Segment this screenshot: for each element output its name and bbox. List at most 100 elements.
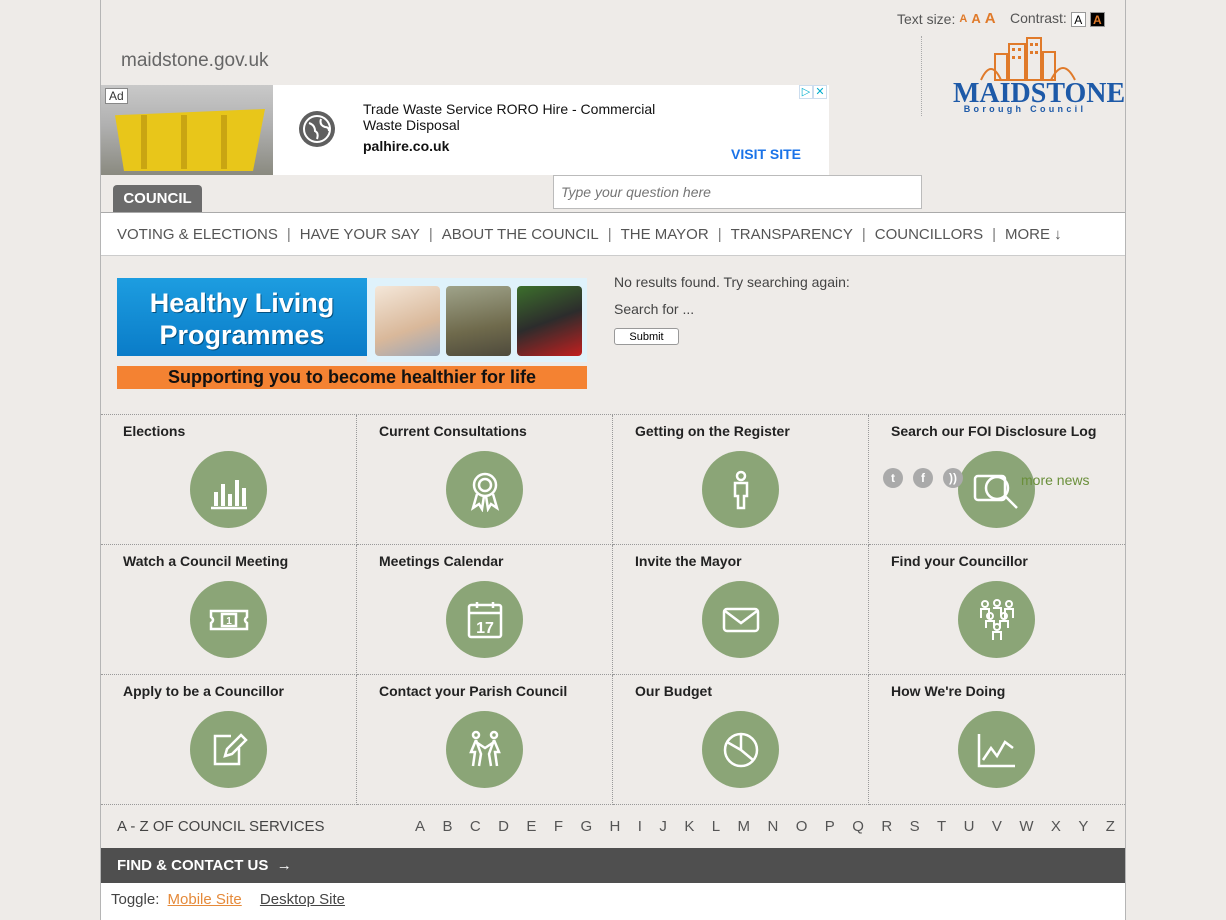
az-letter-d[interactable]: D (498, 818, 509, 835)
nav-separator: | (717, 225, 722, 243)
az-letter-v[interactable]: V (992, 818, 1002, 835)
az-letter-u[interactable]: U (964, 818, 975, 835)
tile-watch-a-council-meeting[interactable]: Watch a Council Meeting 1 (101, 545, 357, 675)
arrow-right-icon: → (272, 857, 292, 874)
main-nav: VOTING & ELECTIONS | HAVE YOUR SAY | ABO… (101, 212, 1125, 256)
adchoices-icon[interactable]: ▷ (799, 85, 813, 99)
ad-image[interactable]: Ad (101, 85, 273, 175)
no-results-message: No results found. Try searching again: (614, 274, 850, 290)
more-news-link[interactable]: more news (1021, 472, 1089, 488)
tile-apply-to-be-a-councillor[interactable]: Apply to be a Councillor (101, 675, 357, 805)
tile-meetings-calendar[interactable]: Meetings Calendar 17 (357, 545, 613, 675)
az-letter-m[interactable]: M (738, 818, 751, 835)
az-letter-t[interactable]: T (937, 818, 946, 835)
az-letter-n[interactable]: N (767, 818, 778, 835)
nav-separator: | (992, 225, 997, 243)
tile-our-budget[interactable]: Our Budget (613, 675, 869, 805)
contrast-high-button[interactable]: A (1089, 12, 1105, 27)
skip-rib (141, 115, 147, 169)
tile-title: Watch a Council Meeting (123, 553, 289, 569)
tile-current-consultations[interactable]: Current Consultations (357, 415, 613, 545)
az-letter-p[interactable]: P (825, 818, 835, 835)
find-contact-us-bar[interactable]: FIND & CONTACT US → (101, 848, 1125, 883)
bar-chart-icon (190, 451, 267, 528)
tile-title: How We're Doing (891, 683, 1006, 699)
az-letter-i[interactable]: I (638, 818, 642, 835)
submit-button[interactable]: Submit (614, 328, 679, 345)
close-icon[interactable]: ✕ (813, 85, 827, 99)
twitter-icon[interactable]: t (883, 468, 903, 488)
tile-invite-the-mayor[interactable]: Invite the Mayor (613, 545, 869, 675)
contrast-label: Contrast: (1010, 9, 1067, 26)
tile-title: Our Budget (635, 683, 712, 699)
az-letter-w[interactable]: W (1019, 818, 1033, 835)
group-icon (958, 581, 1035, 658)
tile-contact-your-parish-council[interactable]: Contact your Parish Council (357, 675, 613, 805)
rss-icon[interactable]: )) (943, 468, 963, 488)
logo-subtitle: Borough Council (963, 104, 1087, 114)
nav-voting-elections[interactable]: VOTING & ELECTIONS (117, 226, 278, 243)
contrast-normal-button[interactable]: A (1070, 12, 1086, 27)
mobile-site-link[interactable]: Mobile Site (168, 891, 242, 908)
az-letter-x[interactable]: X (1051, 818, 1061, 835)
skip-rib (181, 115, 187, 169)
healthy-living-banner[interactable]: Healthy Living Programmes Supporting you… (117, 278, 587, 389)
nav-transparency[interactable]: TRANSPARENCY (731, 226, 853, 243)
text-size-medium-button[interactable]: A (971, 11, 980, 26)
az-letter-l[interactable]: L (712, 818, 720, 835)
nav-the-mayor[interactable]: THE MAYOR (621, 226, 709, 243)
tile-getting-on-the-register[interactable]: Getting on the Register (613, 415, 869, 545)
tile-title: Current Consultations (379, 423, 527, 439)
az-letter-q[interactable]: Q (852, 818, 864, 835)
search-input[interactable] (553, 175, 922, 209)
az-letter-j[interactable]: J (659, 818, 667, 835)
desktop-site-link[interactable]: Desktop Site (260, 891, 345, 908)
az-letter-c[interactable]: C (470, 818, 481, 835)
az-letter-f[interactable]: F (554, 818, 563, 835)
banner-title-line1: Healthy Living (149, 288, 335, 318)
az-letter-g[interactable]: G (580, 818, 592, 835)
az-letter-h[interactable]: H (610, 818, 621, 835)
header-divider (921, 36, 922, 116)
nav-about-the-council[interactable]: ABOUT THE COUNCIL (442, 226, 599, 243)
nav-separator: | (861, 225, 866, 243)
az-letter-z[interactable]: Z (1106, 818, 1115, 835)
advertisement[interactable]: Ad Trade Waste Service RORO Hire - Comme… (101, 85, 829, 175)
adchoices[interactable]: ▷ ✕ (799, 85, 829, 99)
tab-council[interactable]: COUNCIL (113, 185, 202, 212)
nav-more[interactable]: MORE ↓ (1005, 226, 1062, 243)
az-letter-a[interactable]: A (415, 818, 425, 835)
nav-have-your-say[interactable]: HAVE YOUR SAY (300, 226, 420, 243)
skip-rib (221, 115, 227, 169)
tile-elections[interactable]: Elections (101, 415, 357, 545)
calendar-icon: 17 (446, 581, 523, 658)
photo-football (517, 286, 582, 356)
az-letter-e[interactable]: E (526, 818, 536, 835)
skip-image (115, 109, 265, 171)
site-url: maidstone.gov.uk (121, 50, 269, 71)
tile-title: Invite the Mayor (635, 553, 742, 569)
az-letter-s[interactable]: S (910, 818, 920, 835)
nav-councillors[interactable]: COUNCILLORS (875, 226, 983, 243)
az-letter-b[interactable]: B (442, 818, 452, 835)
banner-photos (367, 278, 587, 362)
az-services: A - Z OF COUNCIL SERVICES AB CDE FG HIJK L MN… (101, 805, 1125, 848)
site-toggle: Toggle: Mobile Site Desktop Site (101, 883, 1125, 920)
text-size-small-button[interactable]: A (959, 13, 967, 25)
ad-domain[interactable]: palhire.co.uk (363, 138, 449, 154)
az-letter-y[interactable]: Y (1078, 818, 1088, 835)
council-logo[interactable]: MAIDSTONE Borough Council (951, 34, 1125, 118)
edit-icon (190, 711, 267, 788)
text-size-large-button[interactable]: A (985, 10, 996, 27)
person-icon (702, 451, 779, 528)
az-letter-o[interactable]: O (796, 818, 808, 835)
tile-how-were-doing[interactable]: How We're Doing (869, 675, 1125, 805)
banner-tagline: Supporting you to become healthier for l… (117, 366, 587, 389)
visit-site-button[interactable]: VISIT SITE (731, 146, 801, 162)
az-letter-r[interactable]: R (881, 818, 892, 835)
facebook-icon[interactable]: f (913, 468, 933, 488)
az-letter-k[interactable]: K (684, 818, 694, 835)
banner-title: Healthy Living Programmes (117, 278, 367, 356)
tile-find-your-councillor[interactable]: Find your Councillor (869, 545, 1125, 675)
ad-title[interactable]: Trade Waste Service RORO Hire - Commerci… (363, 101, 663, 133)
